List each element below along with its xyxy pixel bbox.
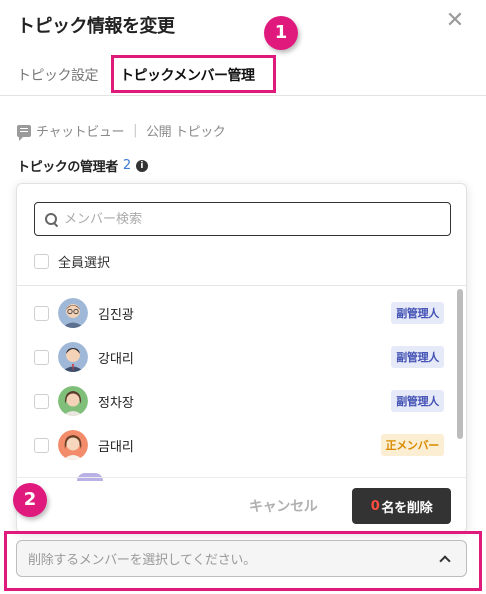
remove-member-select[interactable]: 削除するメンバーを選択してください。 xyxy=(16,540,467,577)
callout-marker-1: 1 xyxy=(264,16,298,50)
footer-divider xyxy=(17,477,466,478)
avatar xyxy=(58,342,88,372)
delete-count: 0 xyxy=(370,498,380,514)
member-search-box[interactable] xyxy=(34,202,451,236)
cancel-button[interactable]: キャンセル xyxy=(249,496,318,516)
admins-count: 2 xyxy=(122,158,131,173)
highlight-box-tab xyxy=(111,55,276,93)
member-checkbox[interactable] xyxy=(34,305,49,321)
list-scrollbar[interactable] xyxy=(457,289,463,439)
role-badge: 正メンバー xyxy=(380,434,444,456)
role-badge: 副管理人 xyxy=(391,346,444,368)
topic-info-line: チャットビュー | 公開 トピック xyxy=(17,121,226,141)
separator: | xyxy=(133,123,138,138)
topic-type-label: 公開 トピック xyxy=(146,125,226,140)
chat-bubble-icon xyxy=(17,124,31,141)
role-badge: 副管理人 xyxy=(391,302,444,324)
avatar xyxy=(58,386,88,416)
list-divider xyxy=(17,285,466,286)
delete-members-button[interactable]: 0 名を削除 xyxy=(352,488,451,524)
member-row[interactable]: 정차장 副管理人 xyxy=(34,384,444,418)
info-icon[interactable]: i xyxy=(135,159,148,172)
avatar xyxy=(58,298,88,328)
member-name: 강대리 xyxy=(98,351,134,367)
member-checkbox[interactable] xyxy=(34,349,49,365)
member-row[interactable]: 김진광 副管理人 xyxy=(34,296,444,330)
member-picker-dropdown: 全員選択 김진광 副管理人 xyxy=(16,183,467,533)
tab-topic-settings[interactable]: トピック設定 xyxy=(17,65,99,85)
member-search-input[interactable] xyxy=(64,211,424,227)
search-icon xyxy=(45,212,58,226)
member-name: 금대리 xyxy=(98,439,134,455)
admins-label: トピックの管理者 xyxy=(17,160,118,175)
member-name: 김진광 xyxy=(98,307,134,323)
callout-marker-2: 2 xyxy=(13,483,47,517)
select-all-row[interactable]: 全員選択 xyxy=(34,252,110,271)
dialog-title: トピック情報を変更 xyxy=(17,16,175,37)
close-icon[interactable]: ✕ xyxy=(444,10,466,32)
member-checkbox[interactable] xyxy=(34,437,49,453)
avatar xyxy=(58,430,88,460)
select-all-label: 全員選択 xyxy=(58,256,111,271)
member-checkbox[interactable] xyxy=(34,393,49,409)
select-all-checkbox[interactable] xyxy=(34,254,49,269)
tab-divider xyxy=(0,95,486,96)
member-name: 정차장 xyxy=(98,395,134,411)
member-row[interactable]: 강대리 副管理人 xyxy=(34,340,444,374)
role-badge: 副管理人 xyxy=(391,390,444,412)
delete-label: 名を削除 xyxy=(381,500,433,516)
topic-admins-heading: トピックの管理者 2 i xyxy=(17,156,148,175)
chevron-up-icon[interactable] xyxy=(439,554,451,567)
remove-member-placeholder: 削除するメンバーを選択してください。 xyxy=(28,553,256,568)
member-row[interactable]: 금대리 正メンバー xyxy=(34,428,444,462)
chat-view-label: チャットビュー xyxy=(36,125,125,140)
